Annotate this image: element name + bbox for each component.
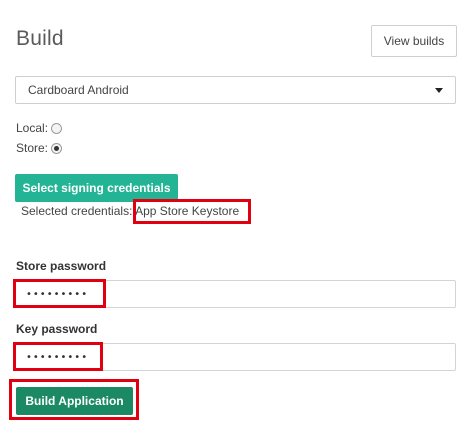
project-select[interactable]: Cardboard Android xyxy=(15,76,456,104)
key-password-field[interactable] xyxy=(15,343,456,371)
store-radio[interactable] xyxy=(51,142,63,154)
selected-credentials-value: App Store Keystore xyxy=(135,204,240,218)
selected-credentials: Selected credentials: App Store Keystore xyxy=(21,204,239,218)
project-select-value: Cardboard Android xyxy=(28,83,129,97)
store-label: Store: xyxy=(16,141,49,155)
view-builds-button[interactable]: View builds xyxy=(371,25,457,57)
store-password-label: Store password xyxy=(16,259,107,273)
select-signing-credentials-button[interactable]: Select signing credentials xyxy=(15,174,178,202)
store-option: Store: xyxy=(16,141,63,155)
build-application-button[interactable]: Build Application xyxy=(16,387,133,415)
key-password-label: Key password xyxy=(16,322,98,336)
store-password-field[interactable] xyxy=(15,280,456,308)
page-title: Build xyxy=(16,27,64,50)
selected-credentials-label: Selected credentials: xyxy=(21,204,133,218)
local-radio[interactable] xyxy=(51,122,63,134)
local-label: Local: xyxy=(16,121,49,135)
caret-down-icon xyxy=(435,88,443,93)
local-option: Local: xyxy=(16,121,63,135)
